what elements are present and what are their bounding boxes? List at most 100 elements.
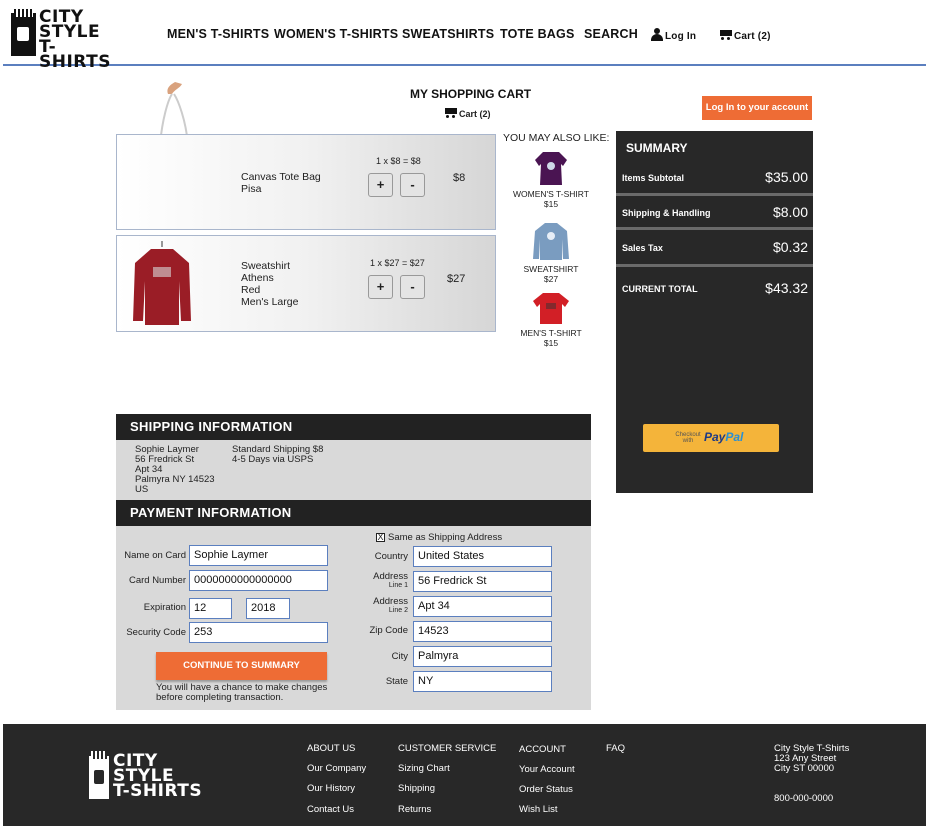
logo-icon bbox=[11, 9, 36, 56]
country-label: Country bbox=[374, 551, 408, 562]
shipping-address: Sophie Laymer 56 Fredrick St Apt 34 Palm… bbox=[135, 444, 215, 495]
recommended-product[interactable]: SWEATSHIRT $27 bbox=[511, 221, 591, 284]
same-as-shipping-label: Same as Shipping Address bbox=[388, 532, 503, 543]
address-line2-label: Address Line 2 bbox=[373, 596, 408, 614]
nav-search[interactable]: SEARCH bbox=[584, 27, 638, 41]
address-line2-field[interactable]: Apt 34 bbox=[413, 596, 552, 617]
security-code-field[interactable]: 253 bbox=[189, 622, 328, 643]
cart-icon bbox=[717, 28, 732, 41]
same-as-shipping-checkbox[interactable]: X bbox=[376, 533, 385, 542]
product-name: MEN'S T-SHIRT bbox=[520, 328, 582, 338]
zip-code-field[interactable]: 14523 bbox=[413, 621, 552, 642]
expiration-label: Expiration bbox=[143, 602, 186, 613]
increase-quantity-button[interactable]: + bbox=[368, 275, 393, 299]
footer-about-heading[interactable]: ABOUT US bbox=[307, 743, 355, 754]
recommendations-title: YOU MAY ALSO LIKE: bbox=[503, 132, 610, 144]
cart-item: Sweatshirt Athens Red Men's Large 1 x $2… bbox=[116, 235, 496, 332]
expiration-month-field[interactable]: 12 bbox=[189, 598, 232, 619]
footer-link[interactable]: Contact Us bbox=[307, 804, 354, 815]
tax-label: Sales Tax bbox=[622, 243, 663, 253]
city-label: City bbox=[391, 651, 408, 662]
nav-login-label: Log In bbox=[665, 31, 697, 42]
cart-link-label: Cart (2) bbox=[459, 109, 491, 119]
footer-link[interactable]: Your Account bbox=[519, 764, 575, 775]
nav-tote-bags[interactable]: TOTE BAGS bbox=[500, 27, 575, 41]
item-price: $8 bbox=[453, 172, 466, 184]
quantity-summary: 1 x $27 = $27 bbox=[370, 258, 425, 268]
divider bbox=[616, 264, 813, 267]
increase-quantity-button[interactable]: + bbox=[368, 173, 393, 197]
page-title: MY SHOPPING CART bbox=[410, 87, 532, 101]
payment-section-title: PAYMENT INFORMATION bbox=[116, 500, 591, 526]
footer-link[interactable]: Returns bbox=[398, 804, 431, 815]
product-name: SWEATSHIRT bbox=[523, 264, 579, 274]
footer-link[interactable]: Shipping bbox=[398, 783, 435, 794]
cart-link[interactable]: Cart (2) bbox=[442, 106, 491, 119]
state-field[interactable]: NY bbox=[413, 671, 552, 692]
order-summary-panel: SUMMARY Items Subtotal $35.00 Shipping &… bbox=[616, 131, 813, 493]
card-number-field[interactable]: 0000000000000000 bbox=[189, 570, 328, 591]
footer-link[interactable]: Our History bbox=[307, 783, 355, 794]
quantity-summary: 1 x $8 = $8 bbox=[376, 156, 421, 166]
cart-icon bbox=[442, 106, 457, 119]
country-field[interactable]: United States bbox=[413, 546, 552, 567]
cart-item: Canvas Tote Bag Pisa 1 x $8 = $8 + - $8 bbox=[116, 134, 496, 230]
state-label: State bbox=[385, 676, 408, 687]
footer-account-heading[interactable]: ACCOUNT bbox=[519, 744, 566, 755]
subtotal-value: $35.00 bbox=[765, 169, 808, 185]
mens-tshirt-image bbox=[533, 293, 569, 324]
address-line1-label: Address Line 1 bbox=[373, 571, 408, 589]
login-account-button[interactable]: Log In to your account bbox=[702, 96, 812, 120]
total-row: CURRENT TOTAL $43.32 bbox=[622, 280, 808, 296]
decrease-quantity-button[interactable]: - bbox=[400, 173, 425, 197]
checkout-form-panel: SHIPPING INFORMATION Sophie Laymer 56 Fr… bbox=[116, 414, 591, 710]
nav-cart-label: Cart (2) bbox=[734, 31, 771, 42]
expiration-year-field[interactable]: 2018 bbox=[246, 598, 290, 619]
footer-link[interactable]: Sizing Chart bbox=[398, 763, 450, 774]
footer-logo-text[interactable]: CITY STYLE T-SHIRTS bbox=[113, 753, 202, 800]
footer-service-heading[interactable]: CUSTOMER SERVICE bbox=[398, 743, 496, 754]
product-price: $15 bbox=[543, 338, 559, 348]
nav-cart[interactable]: Cart (2) bbox=[717, 28, 771, 42]
address-line1-field[interactable]: 56 Fredrick St bbox=[413, 571, 552, 592]
nav-mens-tshirts[interactable]: MEN'S T-SHIRTS bbox=[167, 27, 269, 41]
total-label: CURRENT TOTAL bbox=[622, 284, 698, 294]
product-price: $27 bbox=[543, 274, 559, 284]
continue-note: You will have a chance to make changes b… bbox=[156, 682, 328, 703]
nav-login[interactable]: Log In bbox=[651, 28, 696, 42]
city-field[interactable]: Palmyra bbox=[413, 646, 552, 667]
site-footer: CITY STYLE T-SHIRTS ABOUT US Our Company… bbox=[3, 724, 926, 826]
name-on-card-field[interactable]: Sophie Laymer bbox=[189, 545, 328, 566]
name-on-card-label: Name on Card bbox=[124, 550, 186, 561]
nav-womens-tshirts[interactable]: WOMEN'S T-SHIRTS bbox=[274, 27, 398, 41]
summary-title: SUMMARY bbox=[626, 141, 688, 155]
total-value: $43.32 bbox=[765, 280, 808, 296]
footer-faq-label: FAQ bbox=[606, 743, 626, 754]
footer-address: City Style T-Shirts 123 Any Street City … bbox=[774, 743, 850, 804]
card-number-label: Card Number bbox=[128, 575, 186, 586]
site-logo[interactable]: CITY STYLE T-SHIRTS bbox=[11, 9, 123, 71]
womens-tshirt-image bbox=[535, 152, 567, 185]
tax-value: $0.32 bbox=[772, 239, 808, 255]
nav-sweatshirts[interactable]: SWEATSHIRTS bbox=[402, 27, 494, 41]
divider bbox=[616, 227, 813, 230]
footer-link[interactable]: Our Company bbox=[307, 763, 366, 774]
paypal-checkout-button[interactable]: Checkout with PayPal bbox=[643, 424, 779, 452]
product-price: $15 bbox=[543, 199, 559, 209]
continue-to-summary-button[interactable]: CONTINUE TO SUMMARY bbox=[156, 652, 327, 680]
item-description: Sweatshirt Athens Red Men's Large bbox=[241, 260, 299, 308]
shipping-section-title: SHIPPING INFORMATION bbox=[116, 414, 591, 440]
sweatshirt-image bbox=[133, 241, 191, 325]
footer-logo-icon bbox=[89, 751, 109, 799]
decrease-quantity-button[interactable]: - bbox=[400, 275, 425, 299]
footer-link[interactable]: Wish List bbox=[519, 804, 558, 815]
recommended-product[interactable]: MEN'S T-SHIRT $15 bbox=[511, 291, 591, 348]
recommended-product[interactable]: WOMEN'S T-SHIRT $15 bbox=[511, 150, 591, 209]
logo-text: CITY STYLE T-SHIRTS bbox=[39, 7, 111, 72]
footer-link[interactable]: Order Status bbox=[519, 784, 573, 795]
zip-code-label: Zip Code bbox=[369, 625, 408, 636]
paypal-small-label: Checkout with bbox=[675, 432, 701, 444]
shipping-value: $8.00 bbox=[772, 204, 808, 220]
security-code-label: Security Code bbox=[126, 627, 186, 638]
footer-phone: 800-000-0000 bbox=[774, 793, 834, 804]
